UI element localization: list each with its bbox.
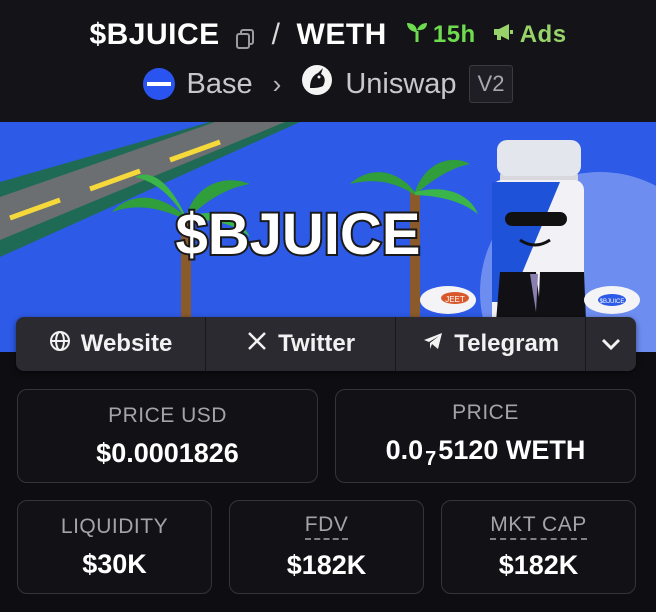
social-links-bar: Website Twitter Telegram — [16, 317, 636, 371]
twitter-label: Twitter — [278, 330, 356, 357]
copy-icon[interactable] — [234, 24, 256, 49]
chain-dex-row: Base › Uniswap V2 — [0, 64, 656, 104]
globe-icon — [49, 330, 71, 359]
quote-token-symbol[interactable]: WETH — [297, 18, 387, 52]
price-native-label: PRICE — [452, 401, 519, 424]
ads-badge[interactable]: Ads — [492, 21, 567, 49]
pair-title-row: $BJUICE / WETH 15h Ads — [0, 18, 656, 52]
price-usd-card: PRICE USD $0.0001826 — [17, 389, 318, 483]
fdv-label[interactable]: FDV — [304, 513, 349, 540]
twitter-button[interactable]: Twitter — [206, 317, 397, 371]
uniswap-unicorn-icon — [301, 64, 333, 104]
dex-name[interactable]: Uniswap — [345, 68, 456, 101]
mktcap-card: MKT CAP $182K — [441, 500, 636, 594]
telegram-label: Telegram — [454, 330, 560, 357]
pair-age-badge: 15h — [405, 21, 476, 50]
banner-left-tag: JEET — [445, 295, 465, 304]
price-native-card: PRICE 0.0 75120 WETH — [335, 389, 636, 483]
ads-label: Ads — [519, 21, 567, 48]
chevron-right-icon: › — [272, 68, 282, 99]
pair-age: 15h — [432, 21, 476, 48]
x-icon — [246, 330, 268, 359]
price-usd-label: PRICE USD — [108, 403, 227, 427]
fdv-card: FDV $182K — [229, 500, 424, 594]
pair-header: $BJUICE / WETH 15h Ads Base › Uniswap V2 — [0, 0, 656, 122]
banner-right-tag: $BJUICE — [600, 299, 625, 305]
mktcap-value: $182K — [498, 550, 579, 580]
liquidity-label: LIQUIDITY — [60, 514, 169, 538]
mktcap-label[interactable]: MKT CAP — [490, 513, 587, 540]
chain-name[interactable]: Base — [187, 68, 253, 101]
liquidity-card: LIQUIDITY $30K — [17, 500, 212, 594]
more-links-button[interactable] — [586, 317, 636, 371]
liquidity-value: $30K — [82, 548, 147, 579]
dex-version-badge: V2 — [468, 65, 514, 103]
chevron-down-icon — [600, 330, 622, 358]
website-button[interactable]: Website — [16, 317, 207, 371]
fdv-value: $182K — [286, 550, 367, 580]
telegram-button[interactable]: Telegram — [396, 317, 587, 371]
price-native-value: 0.0 75120 WETH — [385, 435, 586, 470]
banner-title: $BJUICE — [176, 202, 421, 267]
website-label: Website — [80, 330, 173, 357]
base-token-symbol[interactable]: $BJUICE — [89, 18, 219, 52]
megaphone-icon — [492, 21, 514, 49]
pair-separator: / — [271, 18, 281, 51]
base-chain-icon — [142, 68, 175, 100]
telegram-icon — [422, 330, 444, 359]
price-usd-value: $0.0001826 — [96, 437, 239, 468]
sprout-icon — [405, 21, 429, 50]
